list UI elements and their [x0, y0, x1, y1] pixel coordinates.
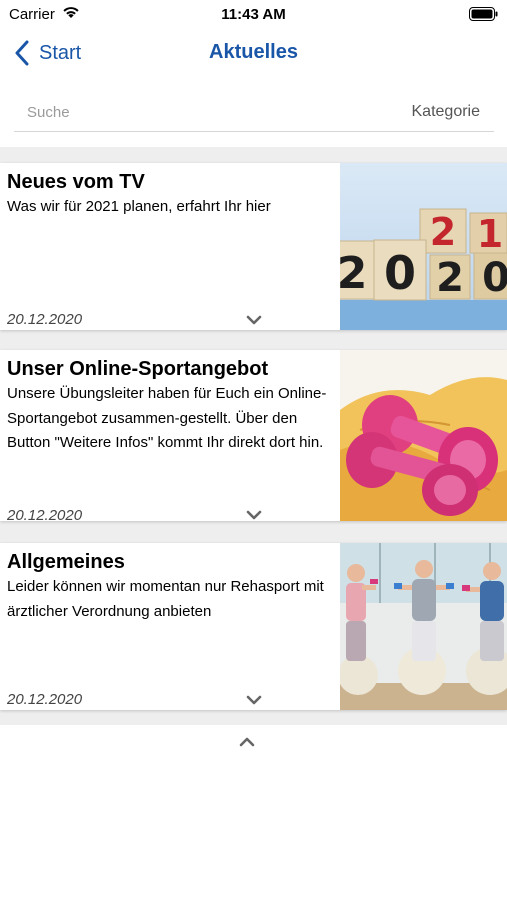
page-title: Aktuelles: [209, 41, 298, 63]
news-card[interactable]: Allgemeines Leider können wir momentan n…: [0, 543, 507, 710]
news-date: 20.12.2020: [7, 311, 83, 328]
news-date: 20.12.2020: [7, 507, 83, 524]
status-bar: Carrier 11:43 AM: [0, 0, 507, 28]
news-image: 2 1 2 0 2 0: [340, 163, 507, 330]
category-button[interactable]: Kategorie: [412, 103, 481, 121]
chevron-down-icon[interactable]: [246, 695, 262, 705]
image-digit: 2: [340, 248, 367, 299]
search-bar: Kategorie: [14, 95, 494, 132]
chevron-up-icon[interactable]: [239, 737, 255, 747]
chevron-down-icon[interactable]: [246, 510, 262, 520]
news-title: Unser Online-Sportangebot: [7, 358, 269, 380]
news-text: Unsere Übungsleiter haben für Euch ein O…: [7, 385, 327, 451]
pink-dumbbells-image: [340, 350, 507, 521]
news-image: [340, 350, 507, 521]
chevron-down-icon[interactable]: [246, 315, 262, 325]
news-image: [340, 543, 507, 710]
news-title: Allgemeines: [7, 551, 125, 573]
image-digit: 0: [482, 255, 507, 301]
image-digit: 1: [477, 212, 503, 256]
image-digit: 0: [384, 246, 416, 300]
search-input[interactable]: [14, 98, 327, 126]
news-card[interactable]: Neues vom TV Was wir für 2021 planen, er…: [0, 163, 507, 330]
image-digit: 2: [430, 210, 456, 254]
status-time: 11:43 AM: [221, 6, 286, 23]
image-digit: 2: [436, 255, 464, 301]
news-text: Leider können wir momentan nur Rehasport…: [7, 578, 324, 620]
news-text: Was wir für 2021 planen, erfahrt Ihr hie…: [7, 198, 271, 215]
news-title: Neues vom TV: [7, 171, 145, 193]
battery-icon: [469, 7, 498, 21]
news-card[interactable]: Unser Online-Sportangebot Unsere Übungsl…: [0, 350, 507, 524]
wooden-blocks-2020-2021-image: 2 1 2 0 2 0: [340, 163, 507, 330]
fitness-class-image: [340, 543, 507, 710]
news-date: 20.12.2020: [7, 691, 83, 708]
